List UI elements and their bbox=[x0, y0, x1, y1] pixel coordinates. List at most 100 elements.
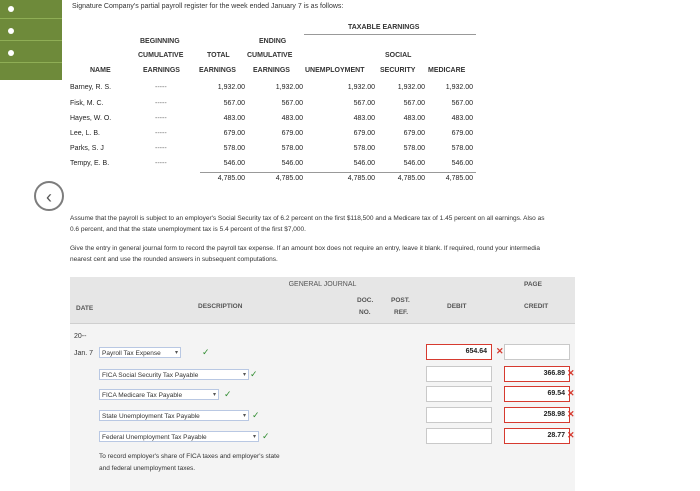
col-post-2: REF. bbox=[394, 309, 409, 316]
assumption-line: 0.6 percent, and that the state unemploy… bbox=[70, 226, 306, 233]
bullet-icon bbox=[8, 50, 14, 56]
header-total-2: EARNINGS bbox=[199, 67, 236, 74]
header-social-2: SECURITY bbox=[380, 67, 416, 74]
header-medicare: MEDICARE bbox=[428, 67, 466, 74]
medicare-cell: 546.00 bbox=[451, 160, 473, 167]
debit-input[interactable] bbox=[426, 428, 492, 444]
credit-input[interactable]: 69.54 bbox=[504, 386, 570, 402]
credit-input[interactable]: 258.98 bbox=[504, 407, 570, 423]
unemployment-cell: 578.00 bbox=[353, 145, 375, 152]
strip-row[interactable] bbox=[0, 22, 62, 41]
account-select[interactable]: FICA Medicare Tax Payable ▾ bbox=[99, 389, 219, 400]
header-name: NAME bbox=[90, 67, 111, 74]
strip-row[interactable] bbox=[0, 44, 62, 63]
credit-input[interactable]: 366.89 bbox=[504, 366, 570, 382]
cross-icon: ✕ bbox=[567, 409, 575, 419]
beginning-cell: ----- bbox=[155, 84, 167, 91]
journal-header: GENERAL JOURNAL DATE DESCRIPTION DOC. NO… bbox=[70, 277, 575, 324]
left-panel-strip bbox=[0, 0, 62, 80]
assumption-paragraph: Assume that the payroll is subject to an… bbox=[70, 213, 698, 235]
header-unemployment: UNEMPLOYMENT bbox=[305, 67, 365, 74]
medicare-cell: 483.00 bbox=[451, 115, 473, 122]
instruction-paragraph: Give the entry in general journal form t… bbox=[70, 243, 698, 265]
account-value: Payroll Tax Expense bbox=[102, 350, 161, 357]
employee-name: Fisk, M. C. bbox=[70, 100, 104, 107]
chevron-down-icon: ▾ bbox=[212, 392, 216, 398]
social-security-cell: 1,932.00 bbox=[397, 84, 425, 91]
ending-cell: 483.00 bbox=[281, 115, 303, 122]
total-cell: 567.00 bbox=[223, 100, 245, 107]
strip-row[interactable] bbox=[0, 0, 62, 19]
check-icon: ✓ bbox=[250, 369, 258, 379]
general-journal: GENERAL JOURNAL DATE DESCRIPTION DOC. NO… bbox=[70, 277, 575, 491]
header-ending-2: CUMULATIVE bbox=[247, 52, 293, 59]
social-security-sum: 4,785.00 bbox=[397, 175, 425, 182]
total-cell: 578.00 bbox=[223, 145, 245, 152]
cross-icon: ✕ bbox=[567, 388, 575, 398]
header-ending-3: EARNINGS bbox=[253, 67, 290, 74]
medicare-sum: 4,785.00 bbox=[445, 175, 473, 182]
cross-icon: ✕ bbox=[567, 430, 575, 440]
employee-name: Lee, L. B. bbox=[70, 130, 100, 137]
beginning-cell: ----- bbox=[155, 100, 167, 107]
back-button[interactable]: ‹ bbox=[34, 181, 64, 211]
account-value: Federal Unemployment Tax Payable bbox=[102, 434, 207, 441]
page-label: PAGE bbox=[524, 281, 542, 288]
check-icon: ✓ bbox=[262, 431, 270, 441]
col-doc-2: NO. bbox=[359, 309, 371, 316]
account-select[interactable]: Federal Unemployment Tax Payable ▾ bbox=[99, 431, 259, 442]
social-security-cell: 679.00 bbox=[403, 130, 425, 137]
total-cell: 546.00 bbox=[223, 160, 245, 167]
account-select[interactable]: State Unemployment Tax Payable ▾ bbox=[99, 410, 249, 421]
ending-cell: 546.00 bbox=[281, 160, 303, 167]
social-security-cell: 546.00 bbox=[403, 160, 425, 167]
beginning-cell: ----- bbox=[155, 130, 167, 137]
chevron-down-icon: ▾ bbox=[174, 350, 178, 356]
social-security-cell: 578.00 bbox=[403, 145, 425, 152]
check-icon: ✓ bbox=[202, 347, 210, 357]
header-ending-1: ENDING bbox=[259, 38, 287, 45]
col-description: DESCRIPTION bbox=[198, 303, 243, 310]
account-value: State Unemployment Tax Payable bbox=[102, 413, 200, 420]
chevron-down-icon: ▾ bbox=[242, 413, 246, 419]
header-beginning-3: EARNINGS bbox=[143, 67, 180, 74]
debit-input[interactable] bbox=[426, 386, 492, 402]
journal-title: GENERAL JOURNAL bbox=[288, 281, 357, 288]
medicare-cell: 679.00 bbox=[451, 130, 473, 137]
super-header: TAXABLE EARNINGS bbox=[348, 24, 420, 31]
bullet-icon bbox=[8, 28, 14, 34]
chevron-down-icon: ▾ bbox=[242, 372, 246, 378]
col-credit: CREDIT bbox=[524, 303, 549, 310]
account-value: FICA Social Security Tax Payable bbox=[102, 372, 199, 379]
total-cell: 1,932.00 bbox=[217, 84, 245, 91]
year-label: 20-- bbox=[74, 333, 87, 340]
account-select[interactable]: FICA Social Security Tax Payable ▾ bbox=[99, 369, 249, 380]
employee-name: Parks, S. J bbox=[70, 145, 104, 152]
cross-icon: ✕ bbox=[567, 368, 575, 378]
col-post-1: POST. bbox=[391, 297, 410, 304]
entry-explanation-1: To record employer's share of FICA taxes… bbox=[99, 453, 280, 460]
unemployment-sum: 4,785.00 bbox=[347, 175, 375, 182]
super-header-rule bbox=[304, 34, 476, 35]
unemployment-cell: 679.00 bbox=[353, 130, 375, 137]
debit-input[interactable] bbox=[426, 407, 492, 423]
beginning-cell: ----- bbox=[155, 115, 167, 122]
check-icon: ✓ bbox=[252, 410, 260, 420]
bullet-icon bbox=[8, 6, 14, 12]
credit-input[interactable] bbox=[504, 344, 570, 360]
col-doc-1: DOC. bbox=[357, 297, 374, 304]
instruction-line: nearest cent and use the rounded answers… bbox=[70, 256, 278, 263]
intro-text: Signature Company's partial payroll regi… bbox=[72, 3, 344, 10]
chevron-down-icon: ▾ bbox=[252, 434, 256, 440]
account-value: FICA Medicare Tax Payable bbox=[102, 392, 183, 399]
col-date: DATE bbox=[76, 305, 94, 312]
medicare-cell: 1,932.00 bbox=[445, 84, 473, 91]
credit-input[interactable]: 28.77 bbox=[504, 428, 570, 444]
debit-input[interactable]: 654.64 bbox=[426, 344, 492, 360]
account-select[interactable]: Payroll Tax Expense ▾ bbox=[99, 347, 181, 358]
total-sum: 4,785.00 bbox=[217, 175, 245, 182]
header-beginning-2: CUMULATIVE bbox=[138, 52, 184, 59]
entry-date: Jan. 7 bbox=[74, 350, 94, 357]
debit-input[interactable] bbox=[426, 366, 492, 382]
instruction-line: Give the entry in general journal form t… bbox=[70, 245, 540, 252]
